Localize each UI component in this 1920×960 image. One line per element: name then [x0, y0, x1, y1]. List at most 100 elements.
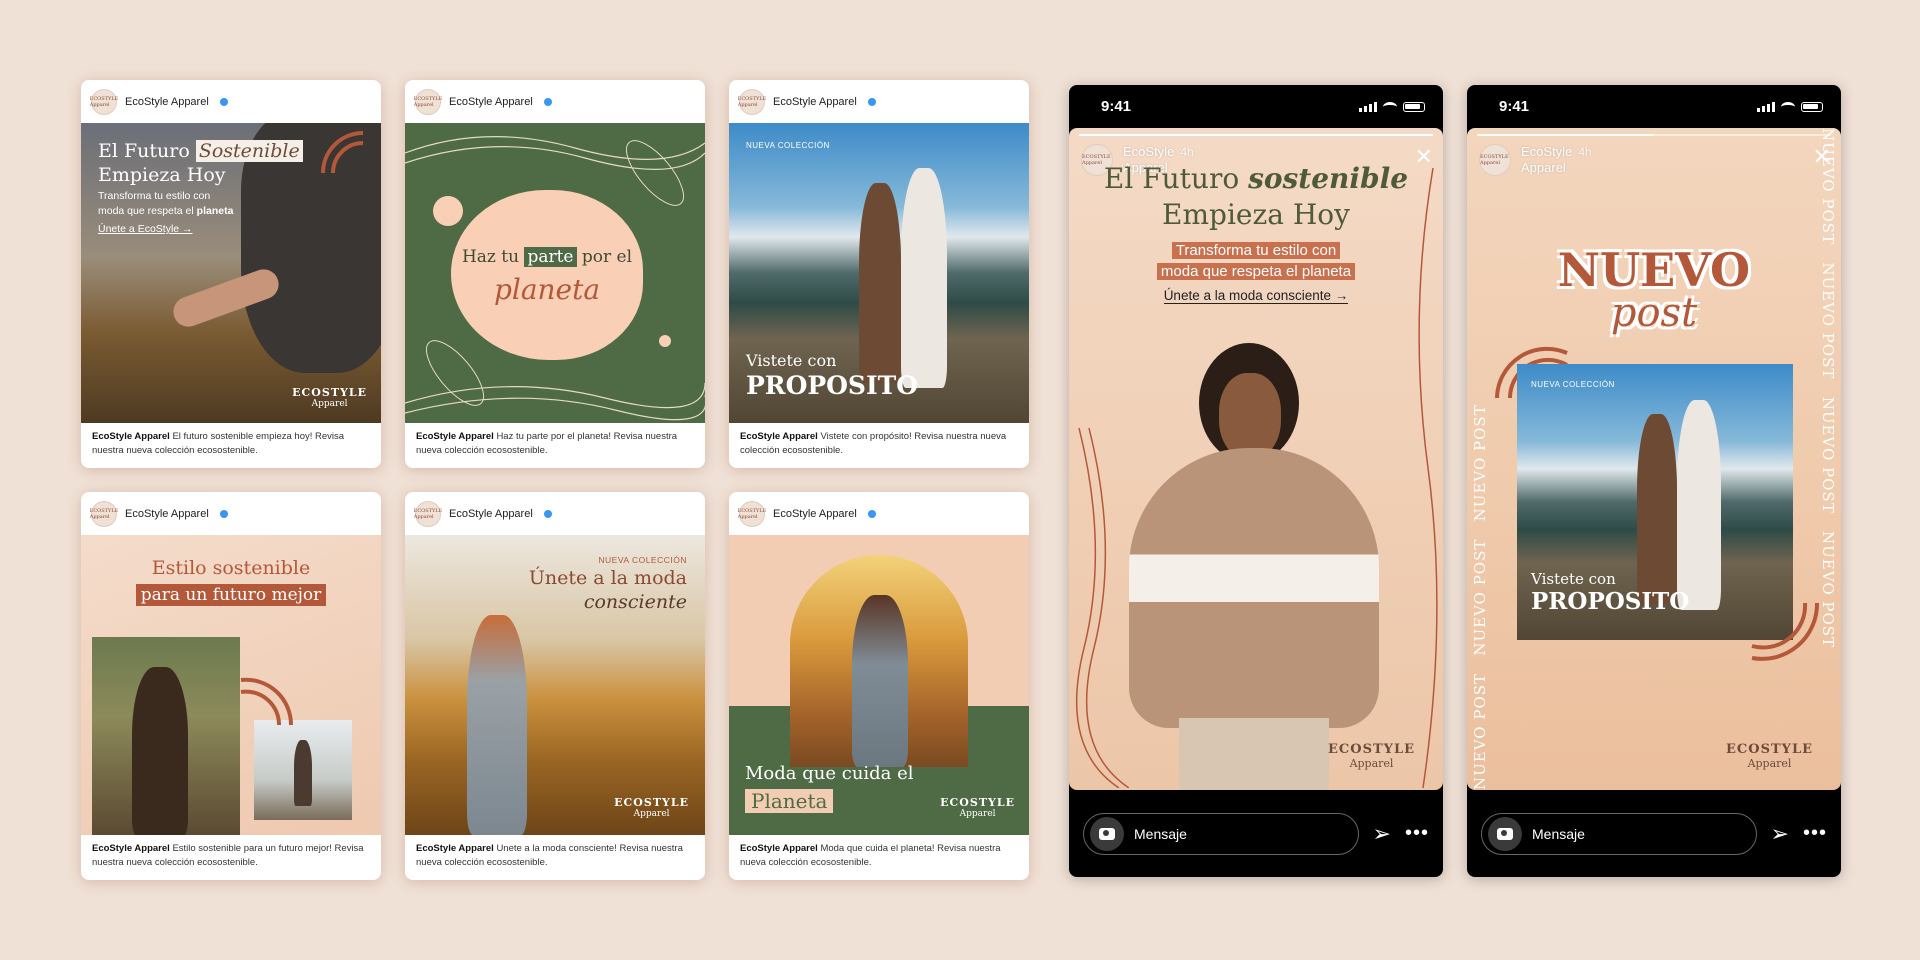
send-icon[interactable]: ➢: [1373, 821, 1391, 847]
post-caption: EcoStyle Apparel Moda que cuida el plane…: [740, 843, 1001, 868]
story-highlight: post: [1610, 290, 1698, 336]
story-progress: [1079, 134, 1433, 136]
story-progress: [1477, 134, 1831, 136]
signal-icon: [1359, 101, 1377, 112]
post-image[interactable]: NUEVA COLECCIÓN Vistete con PROPOSITO: [729, 123, 1029, 423]
avatar[interactable]: ECOSTYLE Apparel: [90, 500, 118, 527]
post-headline: Estilo sostenible: [151, 557, 311, 579]
post-card[interactable]: ECOSTYLE Apparel EcoStyle Apparel El Fut…: [81, 80, 381, 468]
verified-badge-icon: [867, 509, 876, 518]
arc-decoration-icon: [1751, 602, 1820, 661]
post-card[interactable]: ECOSTYLE Apparel EcoStyle Apparel Estilo…: [81, 492, 381, 880]
battery-icon: [1801, 101, 1823, 112]
verified-badge-icon: [543, 97, 552, 106]
post-headline: Moda que cuida el: [745, 763, 914, 784]
message-input[interactable]: Mensaje: [1481, 812, 1757, 855]
wifi-icon: [1383, 101, 1397, 112]
avatar[interactable]: ECOSTYLE Apparel: [1479, 144, 1511, 176]
photo-small: [254, 720, 352, 820]
post-headline: Haz tu parte por el: [461, 247, 633, 267]
signal-icon: [1757, 101, 1775, 112]
collection-tag: NUEVA COLECCIÓN: [746, 141, 830, 150]
battery-icon: [1403, 101, 1425, 112]
line-decoration-icon: [1075, 428, 1129, 788]
post-header: ECOSTYLE Apparel EcoStyle Apparel: [729, 80, 1029, 123]
send-icon[interactable]: ➢: [1771, 821, 1789, 847]
post-header: ECOSTYLE Apparel EcoStyle Apparel: [81, 492, 381, 535]
post-header: ECOSTYLE Apparel EcoStyle Apparel: [81, 80, 381, 123]
post-highlight: para un futuro mejor: [81, 584, 381, 606]
post-caption: EcoStyle Apparel Unete a la moda conscie…: [416, 843, 683, 868]
post-card[interactable]: ECOSTYLE Apparel EcoStyle Apparel NUEVA …: [729, 80, 1029, 468]
story-headline: El Futuro sostenible Empieza Hoy: [1103, 162, 1409, 231]
verified-badge-icon: [543, 509, 552, 518]
status-bar: 9:41: [1467, 85, 1841, 128]
account-name[interactable]: EcoStyle Apparel: [449, 96, 533, 108]
post-card[interactable]: ECOSTYLE Apparel EcoStyle Apparel Moda q…: [729, 492, 1029, 880]
post-caption: EcoStyle Apparel El futuro sostenible em…: [92, 431, 345, 456]
model-sweater: [1129, 448, 1379, 728]
post-highlight: PROPOSITO: [746, 371, 919, 400]
post-body: Transforma tu estilo con moda que respet…: [98, 190, 234, 217]
avatar[interactable]: ECOSTYLE Apparel: [414, 88, 442, 115]
account-name[interactable]: EcoStyle Apparel: [125, 508, 209, 520]
post-image[interactable]: Estilo sostenible para un futuro mejor: [81, 535, 381, 835]
avatar[interactable]: ECOSTYLE Apparel: [738, 88, 766, 115]
side-text-left: NUEVO POST NUEVO POST NUEVO POST: [1471, 404, 1489, 790]
story-phone: 9:41 ECOSTYLE Apparel EcoStyle 4h Apparel…: [1069, 85, 1443, 877]
account-name[interactable]: EcoStyle Apparel: [773, 96, 857, 108]
side-text-right: NUEVO POST NUEVO POST NUEVO POST NUEVO P…: [1819, 128, 1837, 649]
collection-tag: NUEVA COLECCIÓN: [1531, 380, 1615, 389]
post-header: ECOSTYLE Apparel EcoStyle Apparel: [729, 492, 1029, 535]
more-icon[interactable]: •••: [1803, 822, 1827, 845]
post-highlight: Planeta: [745, 789, 834, 813]
avatar[interactable]: ECOSTYLE Apparel: [414, 500, 442, 527]
message-bar: Mensaje ➢ •••: [1069, 790, 1443, 877]
status-time: 9:41: [1101, 98, 1132, 115]
post-header: ECOSTYLE Apparel EcoStyle Apparel: [405, 80, 705, 123]
inset-line-1: Vistete con: [1531, 570, 1616, 588]
more-icon[interactable]: •••: [1405, 822, 1429, 845]
story-phone: 9:41 ECOSTYLE Apparel EcoStyle 4h Apparel…: [1467, 85, 1841, 877]
avatar[interactable]: ECOSTYLE Apparel: [738, 500, 766, 527]
story-content[interactable]: ECOSTYLE Apparel EcoStyle 4h Apparel ✕ NU…: [1467, 128, 1841, 790]
post-highlight: consciente: [583, 591, 687, 613]
post-card[interactable]: ECOSTYLE Apparel EcoStyle Apparel Haz tu…: [405, 80, 705, 468]
post-image[interactable]: El Futuro Sostenible Empieza Hoy Transfo…: [81, 123, 381, 423]
person-2: [901, 168, 947, 388]
arc-decoration-icon: [321, 131, 364, 173]
message-input[interactable]: Mensaje: [1083, 812, 1359, 855]
avatar[interactable]: ECOSTYLE Apparel: [90, 88, 118, 115]
story-headline: NUEVO: [1557, 243, 1751, 297]
camera-icon[interactable]: [1488, 816, 1522, 851]
verified-badge-icon: [867, 97, 876, 106]
post-image[interactable]: Haz tu parte por el planeta: [405, 123, 705, 423]
post-caption: EcoStyle Apparel Haz tu parte por el pla…: [416, 431, 678, 456]
brand-logo: ECOSTYLE Apparel: [1328, 742, 1415, 770]
camera-icon[interactable]: [1090, 816, 1124, 851]
photo-main: [92, 637, 240, 835]
account-name[interactable]: EcoStyle Apparel: [773, 508, 857, 520]
post-card[interactable]: ECOSTYLE Apparel EcoStyle Apparel NUEVA …: [405, 492, 705, 880]
story-content[interactable]: ECOSTYLE Apparel EcoStyle 4h Apparel ✕ El…: [1069, 128, 1443, 790]
brand-logo: ECOSTYLE Apparel: [1726, 742, 1813, 770]
account-name[interactable]: EcoStyle Apparel: [125, 96, 209, 108]
post-headline: El Futuro Sostenible Empieza Hoy: [98, 139, 303, 187]
inset-line-2: PROPOSITO: [1531, 588, 1690, 615]
model-face: [1219, 373, 1281, 459]
story-header: ECOSTYLE Apparel EcoStyle 4h Apparel: [1479, 144, 1827, 176]
story-subtitle: Transforma tu estilo con moda que respet…: [1069, 240, 1443, 282]
post-image[interactable]: NUEVA COLECCIÓN Únete a la moda conscien…: [405, 535, 705, 835]
wifi-icon: [1781, 101, 1795, 112]
status-time: 9:41: [1499, 98, 1530, 115]
model-pants: [1179, 718, 1329, 790]
cta-link[interactable]: Únete a la moda consciente →: [1069, 288, 1443, 304]
story-username[interactable]: EcoStyle 4h Apparel: [1521, 144, 1592, 176]
post-headline: Vistete con: [746, 351, 837, 370]
post-image[interactable]: Moda que cuida el Planeta ECOSTYLE Appar…: [729, 535, 1029, 835]
verified-badge-icon: [219, 509, 228, 518]
message-bar: Mensaje ➢ •••: [1467, 790, 1841, 877]
cta-link[interactable]: Únete a EcoStyle →: [98, 223, 193, 235]
account-name[interactable]: EcoStyle Apparel: [449, 508, 533, 520]
verified-badge-icon: [219, 97, 228, 106]
